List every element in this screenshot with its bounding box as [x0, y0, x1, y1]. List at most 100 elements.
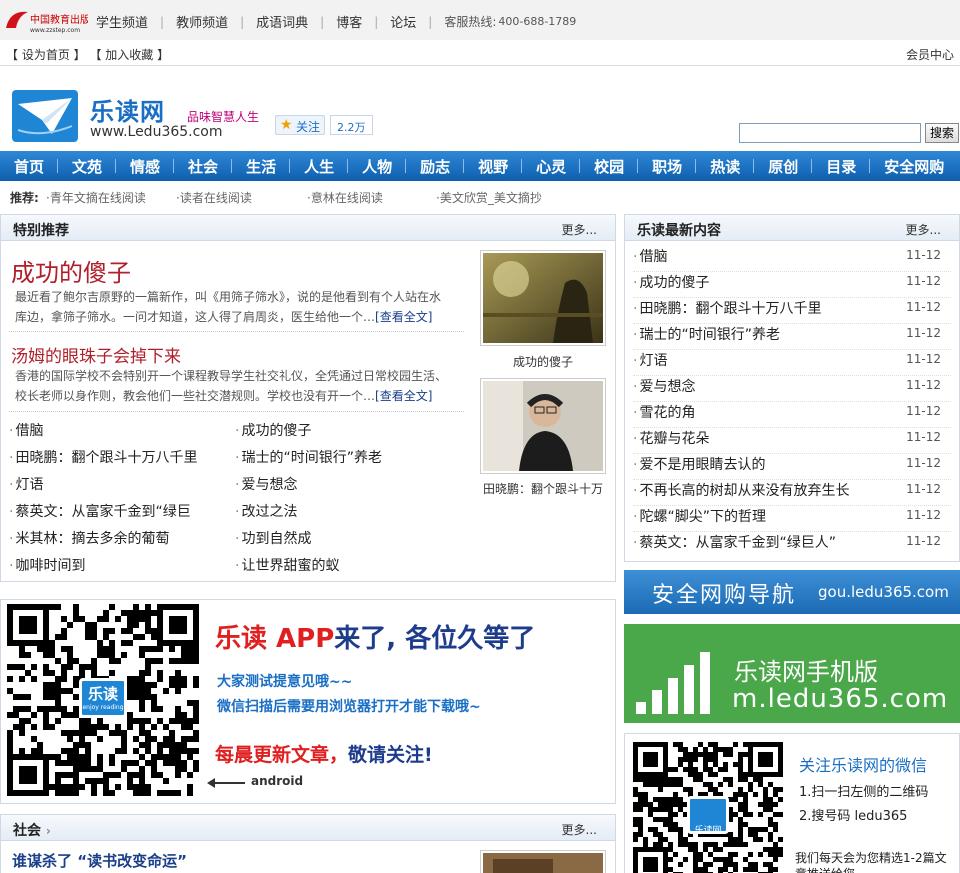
recommend-label: 推荐: [10, 191, 39, 205]
article-link[interactable]: 爱与想念 [235, 474, 297, 494]
latest-item[interactable]: 不再长高的树却从来没有放弃生长 11-12 [633, 480, 951, 506]
site-logo[interactable]: 中国教育出版网 www.zzstep.com [4, 6, 88, 34]
article-thumbnail[interactable] [480, 250, 606, 346]
app-title-red: 乐读 APP [215, 624, 335, 654]
safe-shopping-banner[interactable]: 安全网购导航 gou.ledu365.com [624, 570, 960, 614]
article-link[interactable]: 咖啡时间到 [9, 555, 85, 575]
latest-item-title: 瑞士的“时间银行”养老 [639, 327, 780, 343]
latest-item[interactable]: 爱与想念 11-12 [633, 376, 951, 402]
brand-name[interactable]: 乐读网 [90, 92, 165, 127]
search-input[interactable] [739, 123, 921, 143]
nav-society[interactable]: 社会 [174, 156, 233, 177]
thumbnail-caption[interactable]: 田晓鹏：翻个跟斗十万 [475, 480, 611, 497]
latest-item[interactable]: 花瓣与花朵 11-12 [633, 428, 951, 454]
thumbnail-caption[interactable]: 成功的傻子 [480, 353, 606, 370]
article-link[interactable]: 改过之法 [235, 501, 297, 521]
hotline-number: 400-688-1789 [498, 15, 577, 28]
mobile-site-banner[interactable]: 乐读网手机版 m.ledu365.com [624, 624, 960, 723]
article-thumbnail[interactable] [480, 378, 606, 474]
add-favorite-link[interactable]: 【 加入收藏 】 [89, 48, 169, 62]
latest-more-link[interactable]: 更多... [906, 221, 941, 238]
recommend-link[interactable]: ·青年文摘在线阅读 [46, 189, 146, 206]
nav-safe-shopping[interactable]: 安全网购 [870, 156, 958, 177]
qr-badge-sub: enjoy reading [82, 704, 124, 711]
article-link[interactable]: 瑞士的“时间银行”养老 [235, 447, 382, 467]
nav-hot[interactable]: 热读 [696, 156, 755, 177]
nav-original[interactable]: 原创 [754, 156, 813, 177]
nav-life[interactable]: 生活 [232, 156, 291, 177]
article-thumbnail[interactable] [480, 850, 606, 873]
society-header: 社会 › 更多... [1, 815, 615, 841]
latest-item[interactable]: 成功的傻子 11-12 [633, 272, 951, 298]
article-link[interactable]: 功到自然成 [235, 528, 311, 548]
qr-badge-text: 乐读网 [694, 826, 722, 836]
latest-item-date: 11-12 [906, 352, 941, 366]
nav-campus[interactable]: 校园 [580, 156, 639, 177]
article-link[interactable]: 借脑 [9, 420, 43, 440]
paper-plane-logo-icon[interactable] [12, 90, 78, 142]
chevron-right-icon: › [45, 824, 51, 838]
latest-item[interactable]: 田晓鹏：翻个跟斗十万八千里 11-12 [633, 298, 951, 324]
slogan-blue: 敬请关注! [348, 744, 433, 766]
society-title[interactable]: 社会 › [13, 820, 51, 840]
nav-wenyuan[interactable]: 文苑 [58, 156, 117, 177]
recommend-link[interactable]: ·美文欣赏_美文摘抄 [436, 189, 542, 206]
recommend-link[interactable]: ·读者在线阅读 [176, 189, 252, 206]
latest-item[interactable]: 灯语 11-12 [633, 350, 951, 376]
top-nav-idiom[interactable]: 成语词典 [256, 12, 308, 31]
latest-item-date: 11-12 [906, 274, 941, 288]
member-center-link[interactable]: 会员中心 [906, 46, 954, 63]
article-link[interactable]: 成功的傻子 [235, 420, 311, 440]
latest-item-date: 11-12 [906, 404, 941, 418]
photo-image [483, 853, 603, 873]
featured-article-title[interactable]: 汤姆的眼珠子会掉下来 [11, 342, 181, 367]
nav-career[interactable]: 职场 [638, 156, 697, 177]
app-promo-line: 微信扫描后需要用浏览器打开才能下载哦~ [217, 699, 481, 715]
latest-item[interactable]: 借脑 11-12 [633, 246, 951, 272]
arrow-left-icon [207, 778, 245, 788]
article-link[interactable]: 蔡英文：从富家千金到“绿巨 [9, 501, 190, 521]
nav-home[interactable]: 首页 [0, 156, 59, 177]
article-link[interactable]: 田晓鹏：翻个跟斗十万八千里 [9, 447, 197, 467]
signal-bars-icon [636, 652, 710, 714]
latest-item-date: 11-12 [906, 248, 941, 262]
top-nav-blog[interactable]: 博客 [336, 12, 362, 31]
featured-article-title[interactable]: 成功的傻子 [11, 253, 131, 288]
wechat-step: 2.搜号码 ledu365 [799, 809, 908, 824]
latest-item[interactable]: 陀螺“脚尖”下的哲理 11-12 [633, 506, 951, 532]
article-link[interactable]: 灯语 [9, 474, 43, 494]
latest-item[interactable]: 雪花的角 11-12 [633, 402, 951, 428]
app-title-rest: 来了, 各位久等了 [334, 624, 536, 654]
nav-emotion[interactable]: 情感 [116, 156, 175, 177]
latest-item-title: 蔡英文：从富家千金到“绿巨人” [639, 535, 836, 551]
nav-rensheng[interactable]: 人生 [290, 156, 349, 177]
top-nav-student[interactable]: 学生频道 [96, 12, 148, 31]
society-article-title[interactable]: 谁谋杀了 “读书改变命运” [12, 850, 187, 871]
society-more-link[interactable]: 更多... [562, 821, 597, 838]
utility-bar: 【 设为首页 】 【 加入收藏 】 会员中心 [0, 40, 960, 66]
read-more-link[interactable]: [查看全文] [375, 389, 432, 403]
latest-item[interactable]: 爱不是用眼睛去认的 11-12 [633, 454, 951, 480]
article-link[interactable]: 让世界甜蜜的蚁 [235, 555, 339, 575]
article-link[interactable]: 米其林：摘去多余的葡萄 [9, 528, 169, 548]
top-nav-teacher[interactable]: 教师频道 [176, 12, 228, 31]
photo-image [483, 253, 603, 343]
latest-item[interactable]: 瑞士的“时间银行”养老 11-12 [633, 324, 951, 350]
featured-more-link[interactable]: 更多... [562, 221, 597, 238]
nav-vision[interactable]: 视野 [464, 156, 523, 177]
set-home-link[interactable]: 【 设为首页 】 [6, 48, 86, 62]
top-nav-forum[interactable]: 论坛 [390, 12, 416, 31]
follow-button[interactable]: ★ 关注 [275, 115, 326, 135]
app-promo-line: 大家测试提意见哦~~ [217, 674, 353, 690]
latest-item[interactable]: 蔡英文：从富家千金到“绿巨人” 11-12 [633, 532, 951, 558]
search-button[interactable]: 搜索 [925, 123, 959, 143]
nav-soul[interactable]: 心灵 [522, 156, 581, 177]
nav-inspire[interactable]: 励志 [406, 156, 465, 177]
nav-catalog[interactable]: 目录 [812, 156, 871, 177]
top-bar: 中国教育出版网 www.zzstep.com 学生频道| 教师频道| 成语词典|… [0, 0, 960, 40]
app-promo-slogan: 每晨更新文章，敬请关注! [215, 740, 433, 767]
read-more-link[interactable]: [查看全文] [375, 310, 432, 324]
recommend-link[interactable]: ·意林在线阅读 [307, 189, 383, 206]
nav-people[interactable]: 人物 [348, 156, 407, 177]
latest-item-date: 11-12 [906, 534, 941, 548]
